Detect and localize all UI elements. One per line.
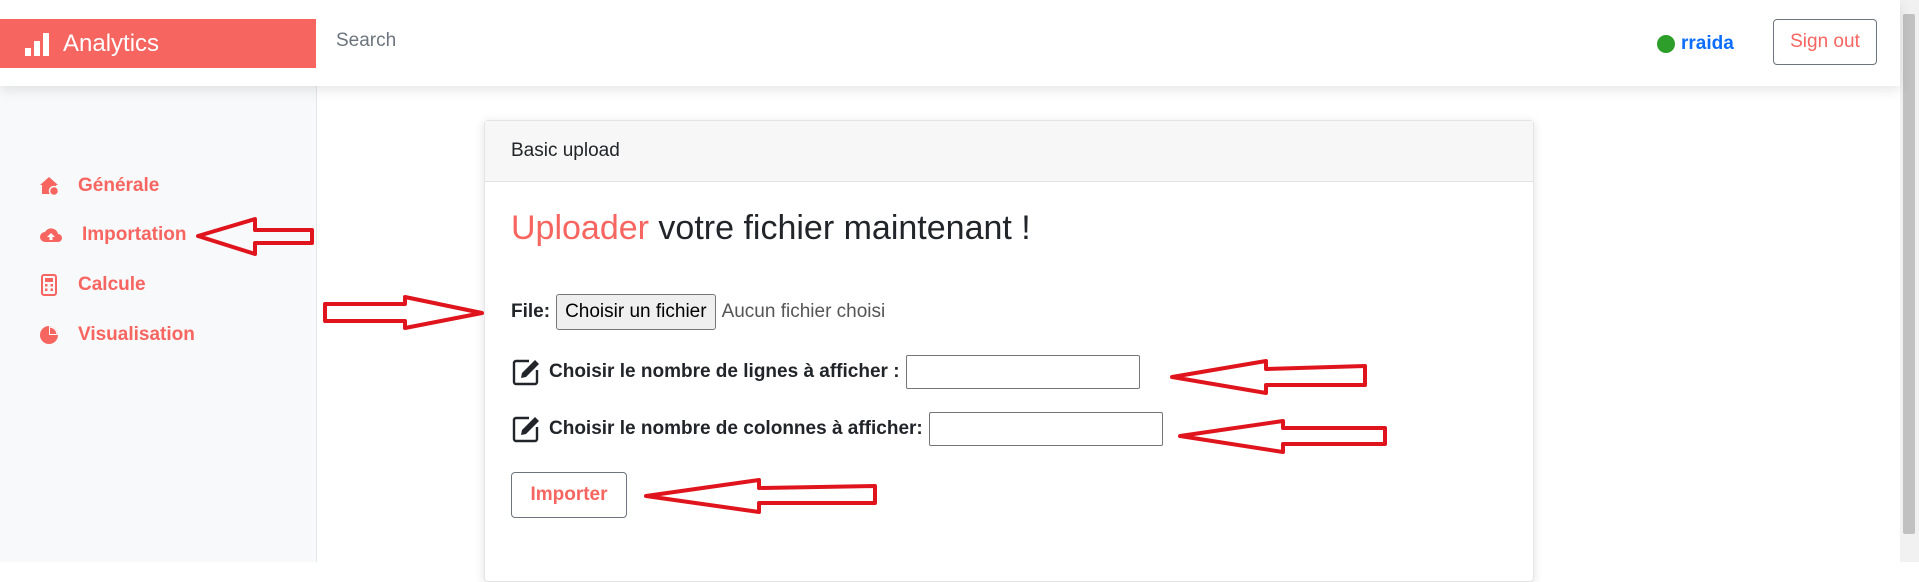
- sign-out-button[interactable]: Sign out: [1773, 19, 1877, 65]
- sidebar-item-importation[interactable]: Importation: [38, 224, 187, 246]
- rows-label: Choisir le nombre de lignes à afficher :: [549, 361, 900, 382]
- choose-file-button[interactable]: Choisir un fichier: [556, 294, 716, 330]
- import-button[interactable]: Importer: [511, 472, 627, 518]
- search-input[interactable]: [336, 30, 836, 52]
- pie-chart-icon: [40, 326, 58, 344]
- sidebar-item-calcule[interactable]: Calcule: [38, 274, 146, 296]
- sidebar-item-visualisation[interactable]: Visualisation: [38, 324, 195, 346]
- sidebar-item-label: Importation: [82, 224, 187, 245]
- home-icon: [40, 177, 60, 197]
- edit-icon: [512, 416, 539, 443]
- upload-card: Basic upload Uploader votre fichier main…: [484, 120, 1534, 582]
- cols-row: Choisir le nombre de colonnes à afficher…: [511, 412, 1163, 446]
- username: rraida: [1681, 33, 1734, 54]
- sidebar-item-label: Visualisation: [78, 324, 195, 345]
- brand[interactable]: Analytics: [0, 19, 316, 68]
- rows-count-input[interactable]: [905, 355, 1140, 389]
- file-row: File: Choisir un fichier Aucun fichier c…: [511, 294, 885, 330]
- brand-name: Analytics: [63, 29, 160, 57]
- scrollbar-thumb[interactable]: [1903, 14, 1915, 534]
- calculator-icon: [41, 274, 57, 296]
- card-header: Basic upload: [485, 121, 1533, 182]
- title-accent: Uploader: [511, 209, 649, 247]
- user-status[interactable]: rraida: [1657, 33, 1734, 55]
- file-status: Aucun fichier choisi: [721, 301, 886, 322]
- top-navbar: Analytics rraida Sign out: [0, 0, 1900, 86]
- scrollbar[interactable]: [1900, 0, 1919, 562]
- cols-count-input[interactable]: [928, 412, 1163, 446]
- bar-chart-icon: [25, 32, 49, 56]
- rows-row: Choisir le nombre de lignes à afficher :: [511, 355, 1140, 389]
- online-status-icon: [1657, 35, 1675, 53]
- sidebar-item-label: Calcule: [78, 274, 146, 295]
- title-rest: votre fichier maintenant !: [648, 209, 1031, 247]
- sidebar: Générale Importation Calcule Visualisati…: [0, 86, 317, 562]
- cloud-upload-icon: [40, 228, 62, 242]
- edit-icon: [512, 359, 539, 386]
- cols-label: Choisir le nombre de colonnes à afficher…: [549, 418, 923, 439]
- sidebar-item-label: Générale: [78, 175, 160, 196]
- file-label: File:: [511, 301, 551, 322]
- annotation-arrow: [323, 295, 484, 330]
- page-title: Uploader votre fichier maintenant !: [511, 209, 1031, 248]
- sidebar-item-generale[interactable]: Générale: [38, 175, 159, 197]
